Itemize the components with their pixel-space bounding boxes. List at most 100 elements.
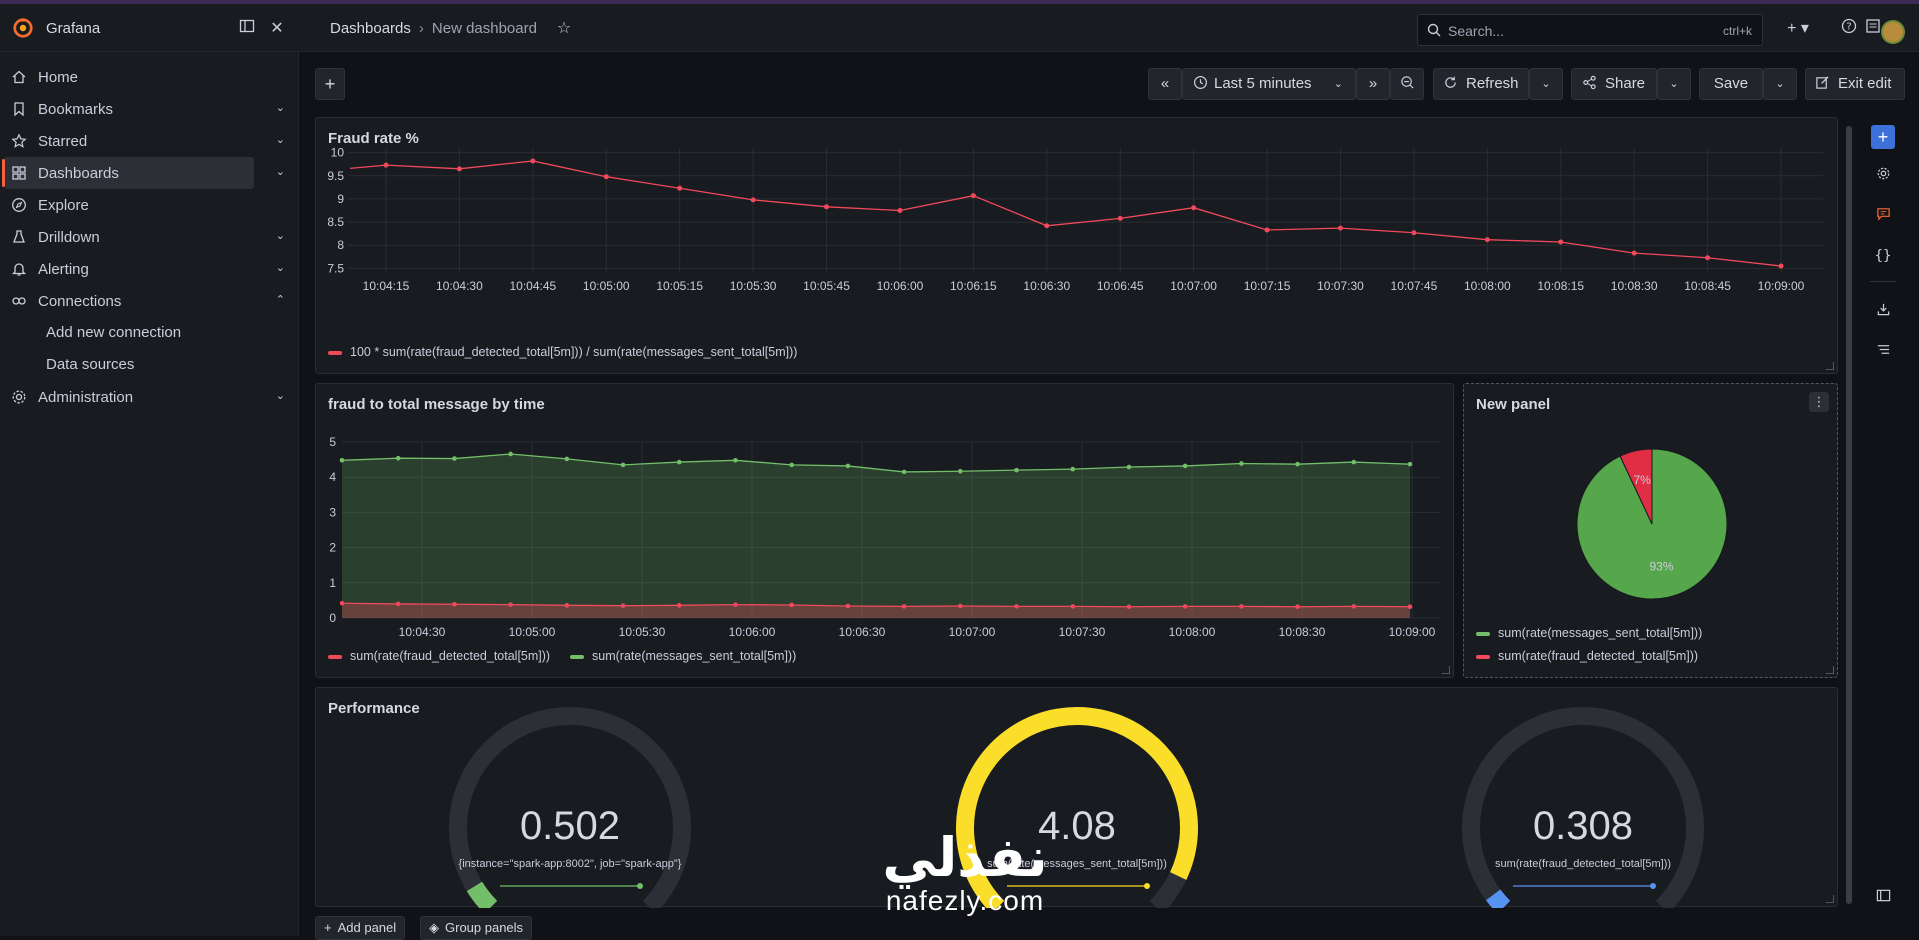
search-bar[interactable]: Search... ctrl+k [1417,14,1763,46]
brand-name: Grafana [46,20,101,37]
watermark-arabic: نفذلي [882,828,1048,888]
legend-item-messages-sent[interactable]: sum(rate(messages_sent_total[5m])) [1476,626,1702,640]
dashboards-icon [12,166,26,180]
data-point [452,456,457,461]
save-dropdown-button[interactable]: ⌄ [1763,68,1797,100]
legend-item-fraud-detected[interactable]: sum(rate(fraud_detected_total[5m])) [328,649,550,663]
sidebar-item-starred[interactable]: Starred ⌄ [0,125,299,157]
resize-handle-icon[interactable] [1826,362,1834,370]
resize-handle-icon[interactable] [1826,895,1834,903]
sidebar-item-label: Administration [38,389,134,406]
data-point [1191,205,1197,211]
add-button[interactable]: + [315,68,345,100]
sidebar-item-dashboards[interactable]: Dashboards ⌄ [0,157,299,189]
chevron-down-icon[interactable]: ⌄ [276,261,285,274]
dock-panel-icon[interactable] [1871,886,1895,910]
sidebar-item-explore[interactable]: Explore [0,189,299,221]
x-tick-label: 10:05:30 [619,625,666,639]
star-dashboard-icon[interactable]: ☆ [553,18,575,40]
sidebar-subitem-add-new-connection[interactable]: Add new connection [46,324,181,341]
refresh-interval-button[interactable]: ⌄ [1529,68,1563,100]
panel-fraud-to-total[interactable]: fraud to total message by time 5 4 3 2 1 0 10:… [315,383,1454,678]
save-button[interactable]: Save [1699,68,1763,100]
watermark-latin: nafezly.com [885,885,1045,916]
chevron-down-icon[interactable]: ⌄ [276,101,285,114]
sidebar-subitem-data-sources[interactable]: Data sources [46,356,134,373]
data-point [1705,255,1711,261]
legend-label: sum(rate(fraud_detected_total[5m])) [350,649,551,663]
x-tick-label: 10:04:30 [399,625,446,639]
legend-item-fraud-detected[interactable]: sum(rate(fraud_detected_total[5m])) [1476,649,1698,663]
fraud-rate-line-chart: 10 9.5 9 8.5 8 7.5 10:04:15 10:04:30 10:04:45 10:… [327,146,1823,293]
sidebar-item-connections[interactable]: Connections ⌃ [0,285,299,317]
time-shift-forward-button[interactable]: » [1356,68,1390,100]
chevron-down-icon[interactable]: ⌄ [276,389,285,402]
connections-icon [12,297,26,305]
data-point [1239,461,1244,466]
add-element-icon[interactable]: + [1871,125,1895,149]
refresh-button[interactable]: Refresh [1433,68,1529,100]
time-shift-back-button[interactable]: « [1148,68,1182,100]
help-icon[interactable]: ? [1838,18,1860,40]
sidebar-item-home[interactable]: Home [0,61,299,93]
share-button[interactable]: Share [1571,68,1657,100]
close-menu-icon[interactable]: ✕ [266,18,288,40]
panel-new-panel[interactable]: New panel ⋮ 93% 7% sum(rate(messages_sent… [1463,383,1838,678]
watermark: نفذلي nafezly.com [855,830,1075,916]
svg-text:?: ? [1846,22,1851,33]
compass-icon [12,198,26,212]
sidebar-item-alerting[interactable]: Alerting ⌄ [0,253,299,285]
chevron-down-icon[interactable]: ⌄ [276,133,285,146]
panel-fraud-rate[interactable]: Fraud rate % 10 9.5 9 8.5 8 7.5 10:04:15 10:04:… [315,117,1838,374]
resize-handle-icon[interactable] [1826,666,1834,674]
x-tick-label: 10:07:30 [1317,279,1364,293]
grafana-logo-icon[interactable] [12,17,34,39]
data-point [845,463,851,469]
group-panels-button[interactable]: ◈ Group panels [420,916,533,940]
add-new-icon[interactable]: + ▾ [1780,18,1816,40]
data-point [395,455,401,461]
sidebar-item-bookmarks[interactable]: Bookmarks ⌄ [0,93,299,125]
exit-edit-button[interactable]: Exit edit [1805,68,1905,100]
data-point [1558,239,1564,245]
legend-item-fraud-rate[interactable]: 100 * sum(rate(fraud_detected_total[5m])… [328,345,797,359]
download-icon[interactable] [1871,300,1895,324]
chevron-down-icon[interactable]: ⌄ [276,229,285,242]
panel-performance[interactable]: Performance 0.502 {instance="spark-app:8… [315,687,1838,908]
y-tick-label: 9.5 [327,169,344,183]
sidebar-item-drilldown[interactable]: Drilldown ⌄ [0,221,299,253]
json-code-icon[interactable]: {} [1871,244,1895,268]
outline-list-icon[interactable] [1871,340,1895,364]
user-avatar[interactable] [1881,20,1905,44]
gauge-subtitle: {instance="spark-app:8002", job="spark-a… [458,858,682,870]
y-tick-label: 4 [329,470,336,484]
data-point [1264,227,1270,233]
data-point [1070,604,1076,609]
data-point [395,601,401,607]
sidebar-item-administration[interactable]: Administration ⌄ [0,381,299,413]
share-dropdown-button[interactable]: ⌄ [1657,68,1691,100]
chevron-down-icon[interactable]: ⌄ [276,165,285,178]
add-panel-button[interactable]: + Add panel [315,916,406,940]
zoom-out-icon [1400,76,1414,89]
dock-menu-icon[interactable] [236,18,258,40]
y-tick-label: 10 [331,146,345,160]
settings-gear-icon[interactable] [1871,164,1895,188]
series-area-fill [342,453,1410,618]
plus-icon: + [324,920,332,935]
data-point [1117,215,1123,221]
active-indicator [2,159,5,187]
chevron-down-icon: ⌄ [1669,78,1679,90]
dashboard-scrollbar[interactable] [1846,126,1852,904]
search-input[interactable]: Search... [1448,23,1504,39]
breadcrumb-dashboards[interactable]: Dashboards [330,20,411,37]
gauge-value: 0.502 [519,804,621,848]
chevron-up-icon[interactable]: ⌃ [276,293,285,306]
data-point [845,603,851,609]
time-picker-button[interactable]: Last 5 minutes ⌄ [1182,68,1356,100]
legend-item-messages-sent[interactable]: sum(rate(messages_sent_total[5m])) [570,649,796,663]
zoom-out-button[interactable] [1390,68,1424,100]
resize-handle-icon[interactable] [1442,666,1450,674]
data-point [1182,604,1188,609]
comment-icon[interactable] [1871,204,1895,228]
